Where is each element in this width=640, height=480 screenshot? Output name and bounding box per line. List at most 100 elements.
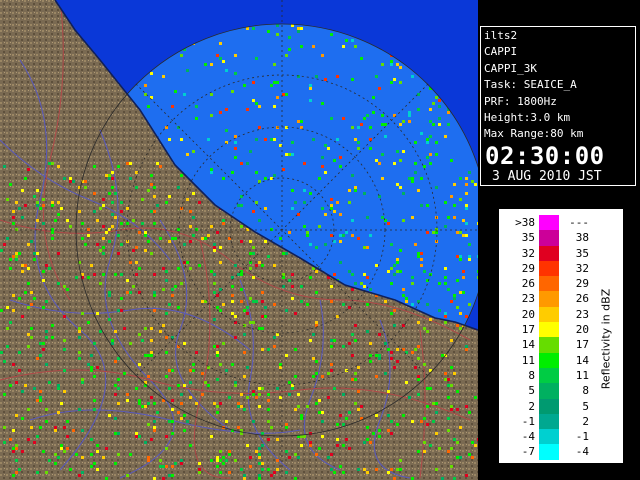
- legend-lower-bound: >38: [515, 216, 535, 229]
- sea-echo-pixel: [318, 225, 321, 228]
- sea-echo-pixel: [240, 162, 243, 165]
- land-echo-pixel: [138, 231, 141, 234]
- radar-map[interactable]: [0, 0, 478, 480]
- land-echo-pixel: [126, 291, 129, 294]
- land-echo-pixel: [87, 228, 90, 231]
- land-echo-pixel: [417, 378, 420, 381]
- land-echo-pixel: [375, 468, 378, 471]
- sea-echo-pixel: [462, 291, 465, 294]
- sea-echo-pixel: [180, 54, 183, 57]
- land-echo-pixel: [96, 219, 99, 222]
- land-echo-pixel: [63, 426, 66, 429]
- land-echo-pixel: [153, 291, 156, 294]
- sea-echo-pixel: [465, 207, 468, 210]
- land-echo-pixel: [183, 384, 186, 387]
- legend-swatch: [539, 398, 559, 414]
- land-echo-pixel: [435, 432, 438, 435]
- land-echo-pixel: [99, 282, 102, 285]
- sea-echo-pixel: [363, 285, 366, 288]
- sea-echo-pixel: [348, 270, 351, 273]
- land-echo-pixel: [117, 165, 120, 168]
- land-echo-pixel: [60, 447, 63, 450]
- land-echo-pixel: [153, 210, 156, 213]
- sea-echo-pixel: [453, 294, 456, 297]
- sea-echo-pixel: [270, 228, 273, 231]
- legend-swatch: [539, 245, 559, 261]
- land-echo-pixel: [252, 420, 255, 423]
- land-echo-pixel: [189, 381, 192, 384]
- land-echo-pixel: [294, 375, 297, 378]
- land-echo-pixel: [78, 474, 81, 477]
- land-echo-pixel: [120, 201, 123, 204]
- sea-echo-pixel: [411, 216, 414, 219]
- sea-echo-pixel: [354, 138, 357, 141]
- land-echo-pixel: [162, 288, 165, 291]
- land-echo-pixel: [78, 351, 81, 354]
- land-echo-pixel: [213, 249, 216, 252]
- sea-echo-pixel: [324, 144, 327, 147]
- land-echo-pixel: [465, 345, 468, 348]
- land-echo-pixel: [15, 228, 18, 231]
- land-echo-pixel: [144, 441, 147, 444]
- land-echo-pixel: [51, 231, 54, 234]
- land-echo-pixel: [45, 336, 48, 339]
- sea-echo-pixel: [270, 138, 273, 141]
- legend-swatch: [539, 230, 559, 246]
- land-echo-pixel: [441, 354, 444, 357]
- sea-echo-pixel: [318, 177, 321, 180]
- sea-echo-pixel: [273, 63, 276, 66]
- land-echo-pixel: [438, 447, 441, 450]
- land-echo-pixel: [423, 417, 426, 420]
- land-echo-pixel: [123, 327, 126, 330]
- land-echo-pixel: [150, 327, 153, 330]
- land-echo-pixel: [18, 468, 21, 471]
- land-echo-pixel: [90, 366, 93, 369]
- legend-lower-bound: 23: [521, 292, 535, 306]
- land-echo-pixel: [120, 243, 123, 246]
- land-echo-pixel: [267, 348, 270, 351]
- legend-row: 26 29: [505, 276, 593, 292]
- land-echo-pixel: [150, 183, 153, 186]
- legend-upper-bound: 29: [575, 277, 589, 291]
- sea-echo-pixel: [459, 312, 462, 315]
- sea-echo-pixel: [348, 189, 351, 192]
- land-echo-pixel: [30, 327, 33, 330]
- land-echo-pixel: [33, 441, 36, 444]
- sea-echo-pixel: [183, 93, 186, 96]
- land-echo-pixel: [48, 162, 51, 165]
- sea-echo-pixel: [330, 204, 333, 207]
- land-echo-pixel: [69, 180, 72, 183]
- legend-row: 29 32: [505, 260, 593, 277]
- land-echo-pixel: [147, 459, 150, 462]
- land-echo-pixel: [201, 237, 204, 240]
- sea-echo-pixel: [186, 69, 189, 72]
- land-echo-pixel: [177, 411, 180, 414]
- land-echo-pixel: [135, 246, 138, 249]
- sea-echo-pixel: [429, 108, 432, 111]
- land-echo-pixel: [3, 360, 6, 363]
- land-echo-pixel: [129, 177, 132, 180]
- land-echo-pixel: [15, 471, 18, 474]
- sea-echo-pixel: [408, 111, 411, 114]
- sea-echo-pixel: [375, 75, 378, 78]
- land-echo-pixel: [252, 321, 255, 324]
- land-echo-pixel: [144, 327, 147, 330]
- land-echo-pixel: [213, 243, 216, 246]
- sea-echo-pixel: [468, 258, 471, 261]
- land-echo-pixel: [72, 429, 75, 432]
- land-echo-pixel: [255, 450, 258, 453]
- land-echo-pixel: [135, 261, 138, 264]
- sea-echo-pixel: [429, 153, 432, 156]
- land-echo-pixel: [48, 459, 51, 462]
- land-echo-pixel: [180, 462, 183, 465]
- legend-lower-bound: 2: [528, 399, 535, 413]
- land-echo-pixel: [63, 450, 66, 453]
- sea-echo-pixel: [282, 168, 285, 171]
- land-echo-pixel: [345, 438, 348, 441]
- land-echo-pixel: [351, 333, 354, 336]
- land-echo-pixel: [261, 432, 264, 435]
- land-echo-pixel: [312, 333, 315, 336]
- sea-echo-pixel: [342, 234, 345, 237]
- land-echo-pixel: [264, 315, 267, 318]
- sea-echo-pixel: [300, 45, 303, 48]
